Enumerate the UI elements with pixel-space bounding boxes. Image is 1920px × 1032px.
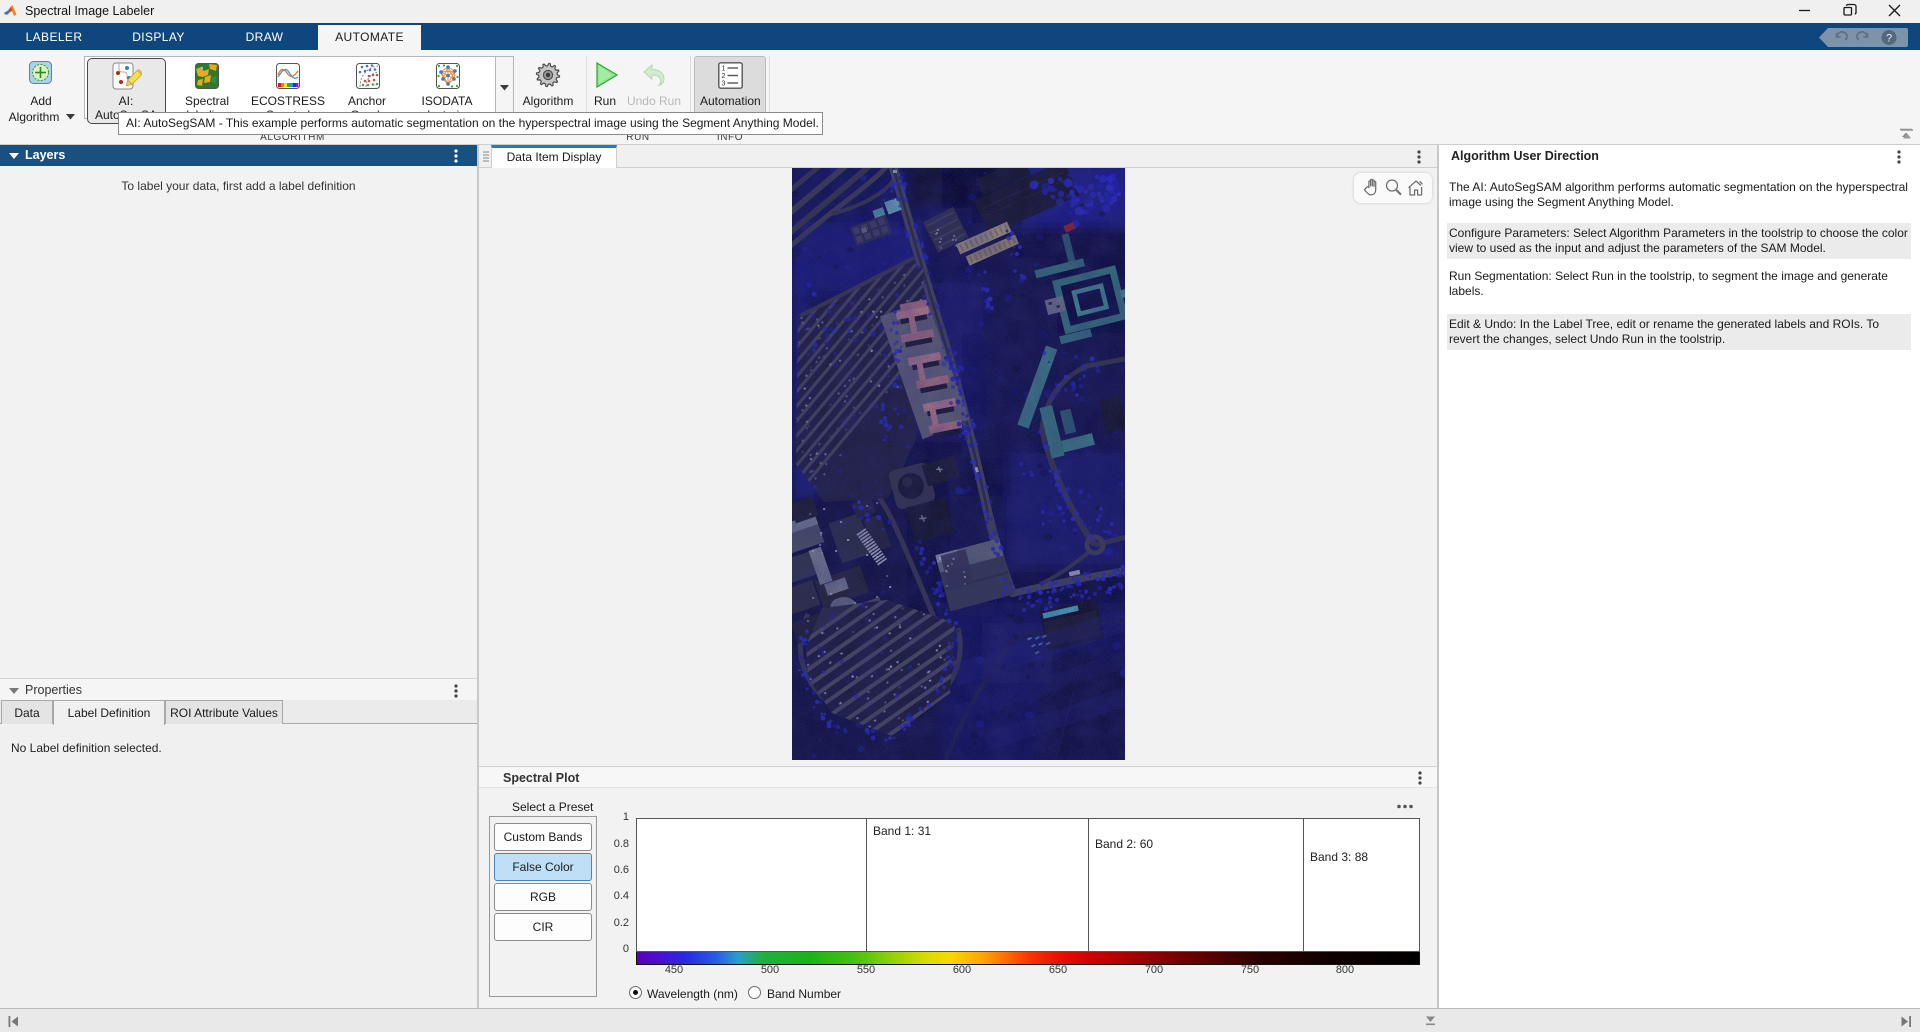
svg-text:2: 2 [722, 73, 726, 80]
svg-text:3: 3 [722, 81, 726, 88]
svg-text:?: ? [1886, 33, 1892, 45]
svg-text:1: 1 [722, 66, 726, 73]
